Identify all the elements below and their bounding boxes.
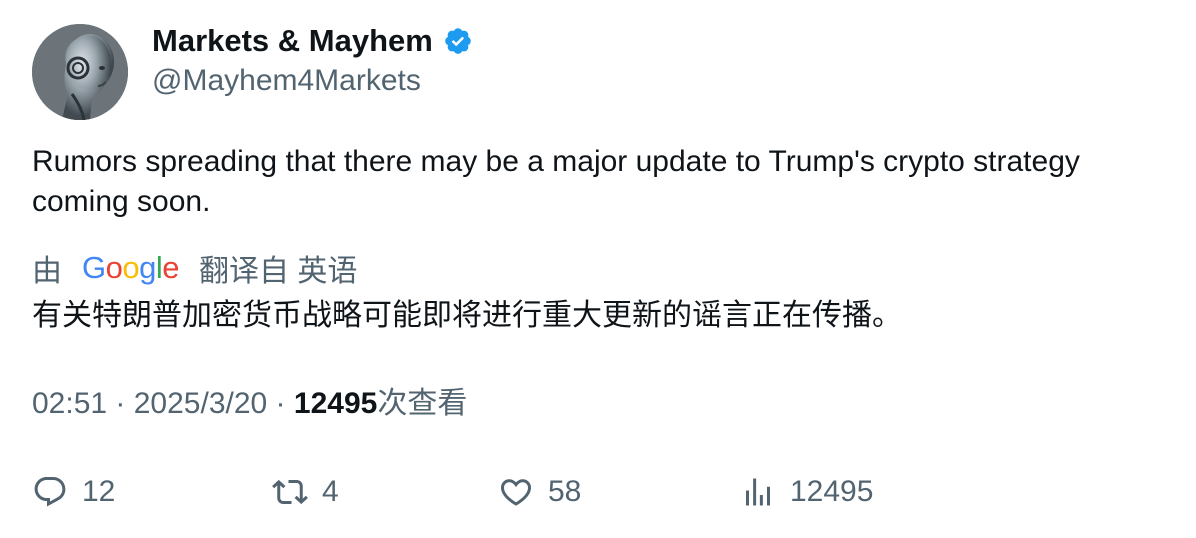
- retweet-button[interactable]: 4: [272, 470, 339, 514]
- google-logo: Google: [82, 250, 180, 285]
- retweet-icon: [272, 479, 308, 505]
- heart-icon: [500, 479, 532, 506]
- reply-count: 12: [82, 475, 116, 508]
- reply-button[interactable]: 12: [32, 470, 115, 514]
- retweet-count: 4: [322, 475, 339, 508]
- like-button[interactable]: 58: [498, 470, 581, 514]
- translated-by-label: 由: [32, 255, 62, 288]
- views-count: 12495: [293, 387, 378, 420]
- tweet-date[interactable]: 2025/3/20: [134, 387, 267, 420]
- verified-badge-icon: [445, 28, 471, 54]
- views-label: 次查看: [377, 387, 468, 420]
- views-action-count: 12495: [790, 475, 874, 508]
- author-name-row[interactable]: Markets & Mayhem: [152, 22, 473, 60]
- tweet-text: Rumors spreading that there may be a maj…: [32, 145, 1080, 218]
- translated-from-label[interactable]: 翻译自 英语: [199, 246, 357, 290]
- author-name[interactable]: Markets & Mayhem: [152, 22, 433, 60]
- avatar[interactable]: [32, 24, 128, 120]
- tweet-meta: 02:51 · 2025/3/20 · 12495次查看: [32, 387, 468, 420]
- action-bar: 12 4 58 12495: [0, 470, 1196, 514]
- author-handle[interactable]: @Mayhem4Markets: [152, 62, 421, 100]
- analytics-bar-chart-icon: [746, 478, 770, 506]
- robot-head-avatar-image: [32, 24, 128, 120]
- translated-text: 有关特朗普加密货币战略可能即将进行重大更新的谣言正在传播。: [32, 299, 902, 332]
- translation-attribution: 由 Google 翻译自 英语: [32, 248, 357, 288]
- tweet-time[interactable]: 02:51: [32, 387, 107, 420]
- reply-icon: [34, 477, 66, 507]
- like-count: 58: [548, 475, 582, 508]
- views-button[interactable]: 12495: [740, 470, 873, 514]
